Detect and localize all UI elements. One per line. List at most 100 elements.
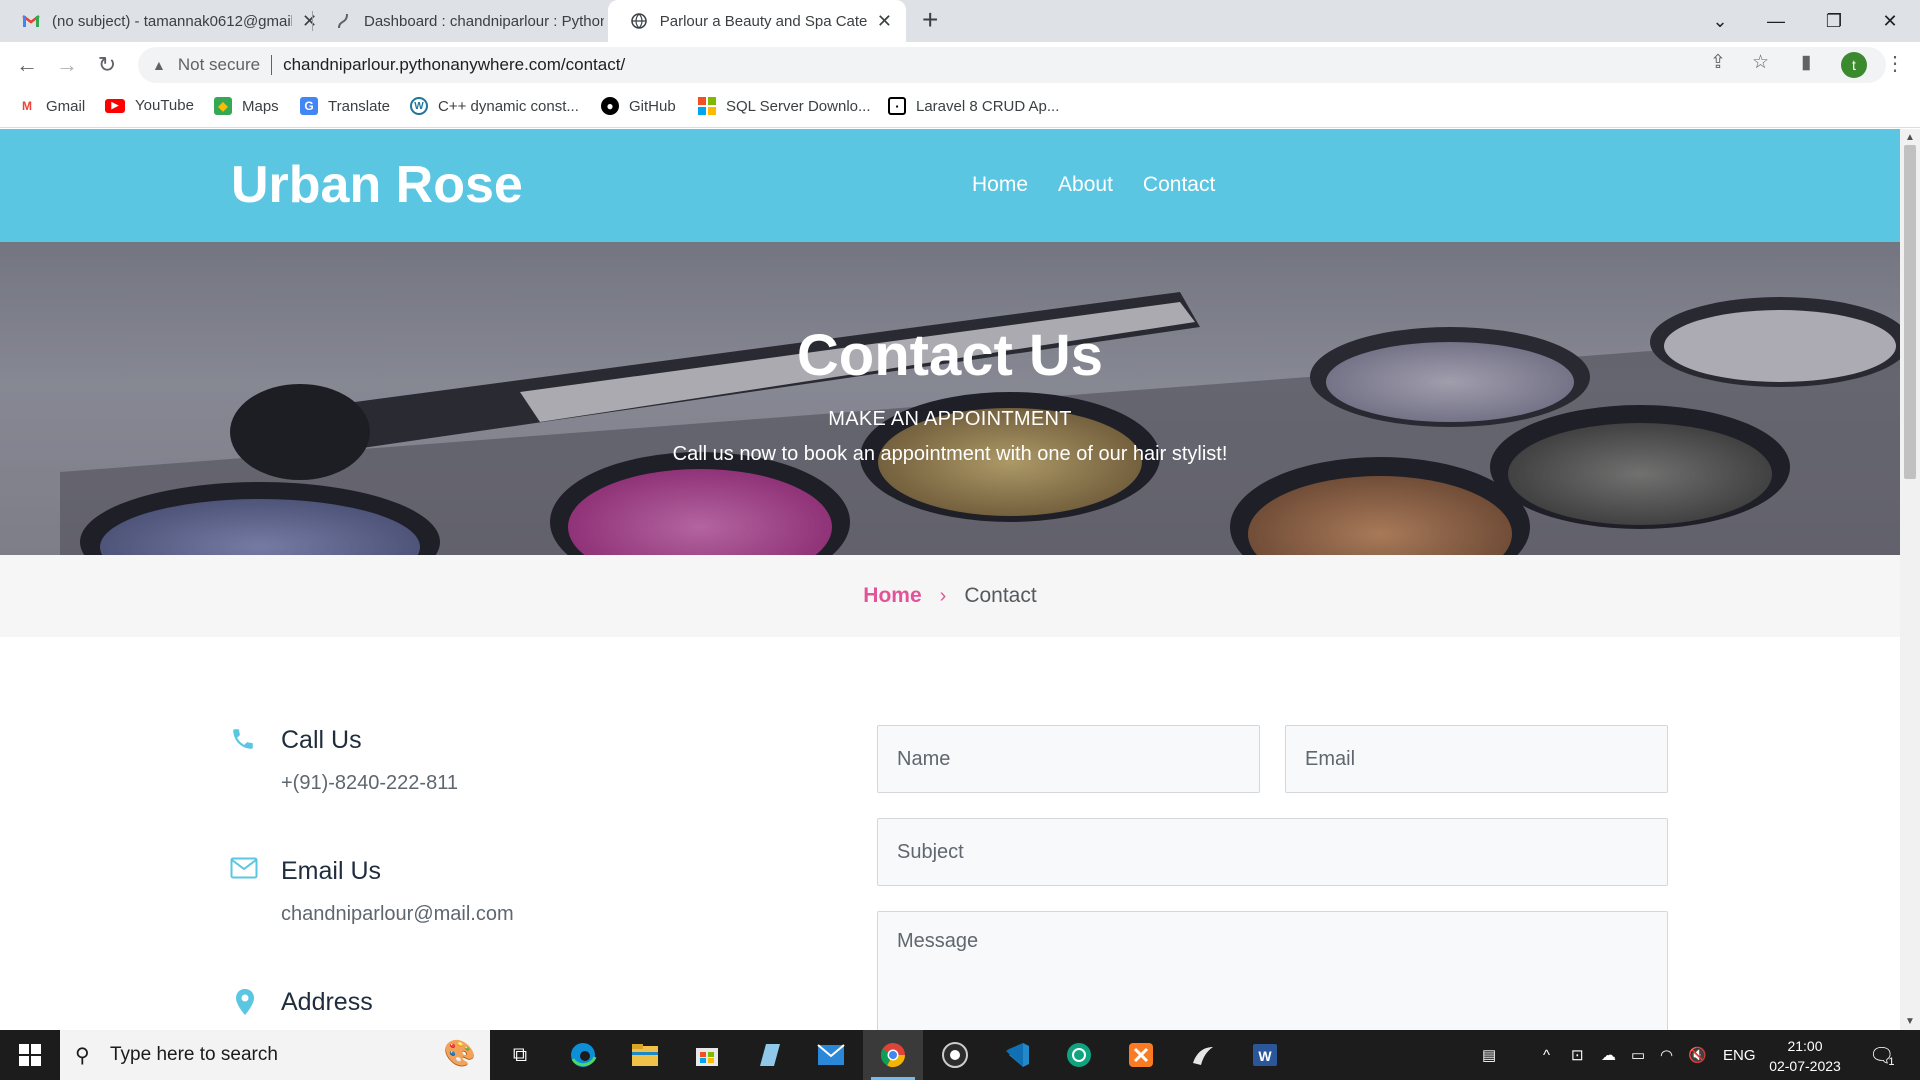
restore-icon[interactable]: ❐ xyxy=(1806,0,1862,42)
nav-link-contact[interactable]: Contact xyxy=(1143,173,1215,197)
tab-search-chevron-icon[interactable]: ⌄ xyxy=(1692,0,1748,42)
profile-avatar[interactable]: t xyxy=(1841,52,1867,78)
language-indicator[interactable]: ENG xyxy=(1723,1030,1756,1080)
clock-date: 02-07-2023 xyxy=(1769,1058,1841,1074)
onedrive-cloud-icon[interactable]: ☁ xyxy=(1601,1030,1616,1080)
browser-tab-gmail[interactable]: (no subject) - tamannak0612@gmail.com ✕ xyxy=(0,0,331,42)
edge-browser-icon[interactable] xyxy=(553,1030,613,1080)
microsoft-icon xyxy=(698,97,716,115)
close-icon[interactable]: ✕ xyxy=(877,11,892,32)
bookmark-star-icon[interactable]: ☆ xyxy=(1752,51,1769,74)
nav-link-home[interactable]: Home xyxy=(972,173,1028,197)
pythonanywhere-icon xyxy=(334,12,352,30)
address-bar[interactable]: ▲ Not secure chandniparlour.pythonanywhe… xyxy=(138,47,1886,83)
bookmark-gmail[interactable]: M Gmail xyxy=(18,97,85,115)
security-label[interactable]: Not secure xyxy=(178,55,260,75)
bookmark-label: YouTube xyxy=(135,97,194,114)
mail-icon[interactable] xyxy=(801,1030,861,1080)
bookmark-label: Laravel 8 CRUD Ap... xyxy=(916,97,1060,115)
back-arrow-icon[interactable]: ← xyxy=(12,50,42,80)
email-input[interactable] xyxy=(1285,725,1668,793)
word-icon[interactable]: W xyxy=(1235,1030,1295,1080)
vscode-icon[interactable] xyxy=(987,1030,1047,1080)
taskbar-search-placeholder: Type here to search xyxy=(110,1044,278,1065)
bookmark-label: Gmail xyxy=(46,97,86,115)
bookmark-translate[interactable]: G Translate xyxy=(300,97,390,115)
tab-title: Dashboard : chandniparlour : PythonAnywh… xyxy=(364,12,604,30)
notification-center-icon[interactable]: 🗨 1 xyxy=(1869,1030,1895,1080)
bookmark-label: Maps xyxy=(242,97,279,115)
task-view-icon[interactable]: ⧉ xyxy=(490,1030,550,1080)
warning-triangle-icon[interactable]: ▲ xyxy=(152,57,166,73)
contact-info-phone[interactable]: +(91)-8240-222-811 xyxy=(281,772,458,795)
contact-info-title: Call Us xyxy=(281,726,362,754)
start-windows-icon[interactable] xyxy=(0,1030,60,1080)
contact-info-title: Address xyxy=(281,988,373,1016)
chevron-right-icon: › xyxy=(939,584,947,607)
reload-icon[interactable]: ↻ xyxy=(92,50,122,80)
browser-tab-active[interactable]: Parlour a Beauty and Spa Category ✕ xyxy=(608,0,906,42)
laravel-icon: ▪ xyxy=(888,97,906,115)
new-tab-plus-icon[interactable]: + xyxy=(922,4,938,36)
bookmark-youtube[interactable]: ▶ YouTube xyxy=(105,97,194,114)
obs-recorder-icon[interactable] xyxy=(925,1030,985,1080)
bookmark-github[interactable]: ● GitHub xyxy=(601,97,676,115)
bookmark-label: SQL Server Downlo... xyxy=(726,97,871,115)
github-icon: ● xyxy=(601,97,619,115)
meet-now-icon[interactable]: ⊡ xyxy=(1571,1030,1584,1080)
share-icon[interactable]: ⇪ xyxy=(1710,51,1726,74)
subject-input[interactable] xyxy=(877,818,1668,886)
browser-tab-dashboard[interactable]: Dashboard : chandniparlour : PythonAnywh… xyxy=(312,0,643,42)
youtube-icon: ▶ xyxy=(105,98,125,113)
volume-muted-icon[interactable]: 🔇 xyxy=(1688,1030,1707,1080)
chatgpt-icon[interactable] xyxy=(1049,1030,1109,1080)
breadcrumb-home-link[interactable]: Home xyxy=(863,584,921,608)
location-pin-icon xyxy=(230,988,260,1018)
message-textarea[interactable] xyxy=(877,911,1668,1030)
hero-banner: Contact Us MAKE AN APPOINTMENT Call us n… xyxy=(0,242,1900,555)
xampp-icon[interactable] xyxy=(1111,1030,1171,1080)
taskbar-clock[interactable]: 21:00 02-07-2023 xyxy=(1768,1036,1842,1076)
windows-taskbar: ⚲ Type here to search 🎨 ⧉ W ▤ ^ ⊡ ☁ ▭ ◠ xyxy=(0,1030,1920,1080)
nav-link-about[interactable]: About xyxy=(1058,173,1113,197)
file-explorer-icon[interactable] xyxy=(615,1030,675,1080)
page-scrollbar[interactable]: ▲ ▼ xyxy=(1900,129,1920,1030)
scrollbar-thumb[interactable] xyxy=(1904,145,1916,479)
microsoft-store-icon[interactable] xyxy=(677,1030,737,1080)
contact-info-email-value[interactable]: chandniparlour@mail.com xyxy=(281,903,514,926)
window-close-icon[interactable]: ✕ xyxy=(1862,0,1918,42)
main-nav: Home About Contact xyxy=(972,173,1215,197)
scroll-down-arrow-icon[interactable]: ▼ xyxy=(1905,1016,1915,1027)
taskbar-search-box[interactable]: ⚲ Type here to search 🎨 xyxy=(60,1030,490,1080)
bookmark-cpp[interactable]: W C++ dynamic const... xyxy=(410,97,579,115)
scroll-up-arrow-icon[interactable]: ▲ xyxy=(1905,132,1915,143)
bookmark-laravel[interactable]: ▪ Laravel 8 CRUD Ap... xyxy=(888,97,1059,115)
bookmark-sql-server[interactable]: SQL Server Downlo... xyxy=(698,97,871,115)
url-text[interactable]: chandniparlour.pythonanywhere.com/contac… xyxy=(283,55,625,75)
forward-arrow-icon[interactable]: → xyxy=(52,50,82,80)
side-panel-icon[interactable]: ▮ xyxy=(1801,51,1811,74)
tab-title: (no subject) - tamannak0612@gmail.com xyxy=(52,12,292,30)
show-hidden-icons-chevron-icon[interactable]: ^ xyxy=(1543,1030,1550,1080)
bookmark-maps[interactable]: ◆ Maps xyxy=(214,97,279,115)
battery-icon[interactable]: ▭ xyxy=(1631,1030,1645,1080)
mysql-workbench-icon[interactable] xyxy=(1173,1030,1233,1080)
search-icon: ⚲ xyxy=(75,1045,90,1067)
minimize-icon[interactable]: — xyxy=(1748,0,1804,42)
name-input[interactable] xyxy=(877,725,1260,793)
notepad-app-icon[interactable] xyxy=(739,1030,799,1080)
chrome-icon[interactable] xyxy=(863,1030,923,1080)
breadcrumb: Home › Contact xyxy=(0,555,1900,637)
divider xyxy=(271,55,273,75)
tab-title: Parlour a Beauty and Spa Category xyxy=(659,12,867,30)
bookmarks-bar: M Gmail ▶ YouTube ◆ Maps G Translate W C… xyxy=(0,88,1920,128)
more-menu-icon[interactable]: ⋮ xyxy=(1885,51,1905,76)
wifi-icon[interactable]: ◠ xyxy=(1660,1030,1673,1080)
site-logo[interactable]: Urban Rose xyxy=(231,155,523,215)
search-highlight-illustration-icon: 🎨 xyxy=(443,1038,476,1068)
phone-icon xyxy=(230,726,260,756)
page-viewport: Urban Rose Home About Contact Contact Us… xyxy=(0,129,1900,1030)
taskbar-news-icon[interactable]: ▤ xyxy=(1482,1030,1496,1080)
site-header: Urban Rose Home About Contact xyxy=(0,129,1900,242)
hero-subtitle: Call us now to book an appointment with … xyxy=(672,443,1228,465)
